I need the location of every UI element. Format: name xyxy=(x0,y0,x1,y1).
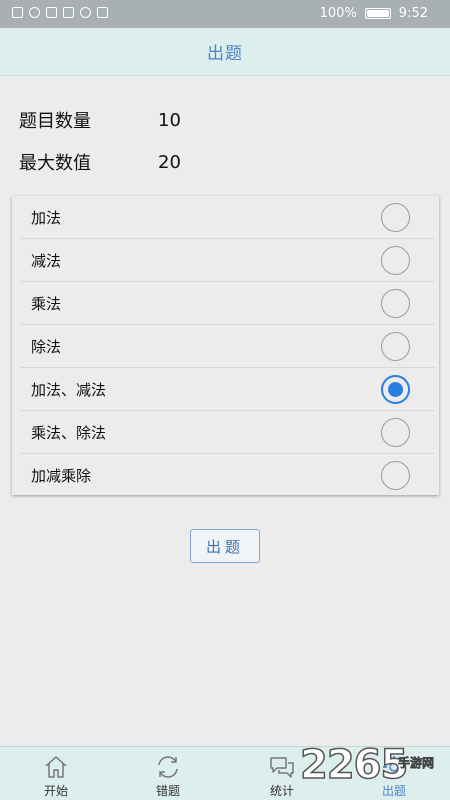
nav-label: 统计 xyxy=(269,784,294,798)
question-count-value[interactable]: 10 xyxy=(158,110,181,131)
chat-icon xyxy=(270,757,294,778)
radio-button[interactable] xyxy=(381,332,410,361)
clock: 9:52 xyxy=(398,6,428,21)
file-notification-icon xyxy=(97,7,108,18)
radio-button[interactable] xyxy=(381,246,410,275)
radio-button[interactable] xyxy=(381,203,410,232)
nav-label: 开始 xyxy=(43,784,68,798)
question-count-label: 题目数量 xyxy=(19,111,91,132)
page-title: 出题 xyxy=(207,44,243,64)
option-label: 减法 xyxy=(31,252,62,270)
option-label: 乘法 xyxy=(31,295,62,313)
generate-questions-button[interactable]: 出题 xyxy=(190,529,260,563)
nav-item-mistakes[interactable]: 错题 xyxy=(112,747,224,800)
max-value-row: 最大数值 20 xyxy=(19,147,181,177)
wifi-icon xyxy=(29,7,40,18)
radio-button-selected[interactable] xyxy=(381,375,410,404)
browser-notification-icon xyxy=(80,7,91,18)
option-multiplication[interactable]: 乘法 xyxy=(12,282,439,325)
watermark-logo: 2265 手游网 xyxy=(299,738,450,800)
status-icons xyxy=(12,7,108,18)
home-icon xyxy=(45,756,67,778)
battery-icon xyxy=(364,8,391,19)
option-add-subtract[interactable]: 加法、减法 xyxy=(12,368,439,411)
sim-icon xyxy=(12,7,23,18)
option-subtraction[interactable]: 减法 xyxy=(12,239,439,282)
app-notification-icon xyxy=(63,7,74,18)
option-all-operations[interactable]: 加减乘除 xyxy=(12,454,439,497)
header-bar: 出题 xyxy=(0,28,450,76)
radio-button[interactable] xyxy=(381,418,410,447)
option-label: 乘法、除法 xyxy=(31,424,107,442)
option-label: 除法 xyxy=(31,338,62,356)
refresh-icon xyxy=(158,756,178,778)
max-value-value[interactable]: 20 xyxy=(158,152,181,173)
option-label: 加法 xyxy=(31,209,62,227)
usb-icon xyxy=(46,7,57,18)
operation-options-card: 加法 减法 乘法 除法 加法、减法 乘法、除法 加减乘除 xyxy=(12,196,439,495)
option-label: 加法、减法 xyxy=(31,381,107,399)
watermark-text: 手游网 xyxy=(398,756,435,771)
option-division[interactable]: 除法 xyxy=(12,325,439,368)
question-count-row: 题目数量 10 xyxy=(19,105,181,135)
max-value-label: 最大数值 xyxy=(19,153,91,174)
radio-button[interactable] xyxy=(381,289,410,318)
option-label: 加减乘除 xyxy=(31,467,92,485)
option-multiply-divide[interactable]: 乘法、除法 xyxy=(12,411,439,454)
battery-percent: 100% xyxy=(319,6,357,21)
nav-label: 错题 xyxy=(155,784,180,798)
nav-item-start[interactable]: 开始 xyxy=(0,747,112,800)
radio-button[interactable] xyxy=(381,461,410,490)
status-bar: 100% 9:52 xyxy=(0,0,450,28)
watermark-number: 2265 xyxy=(299,741,409,789)
option-addition[interactable]: 加法 xyxy=(12,196,439,239)
